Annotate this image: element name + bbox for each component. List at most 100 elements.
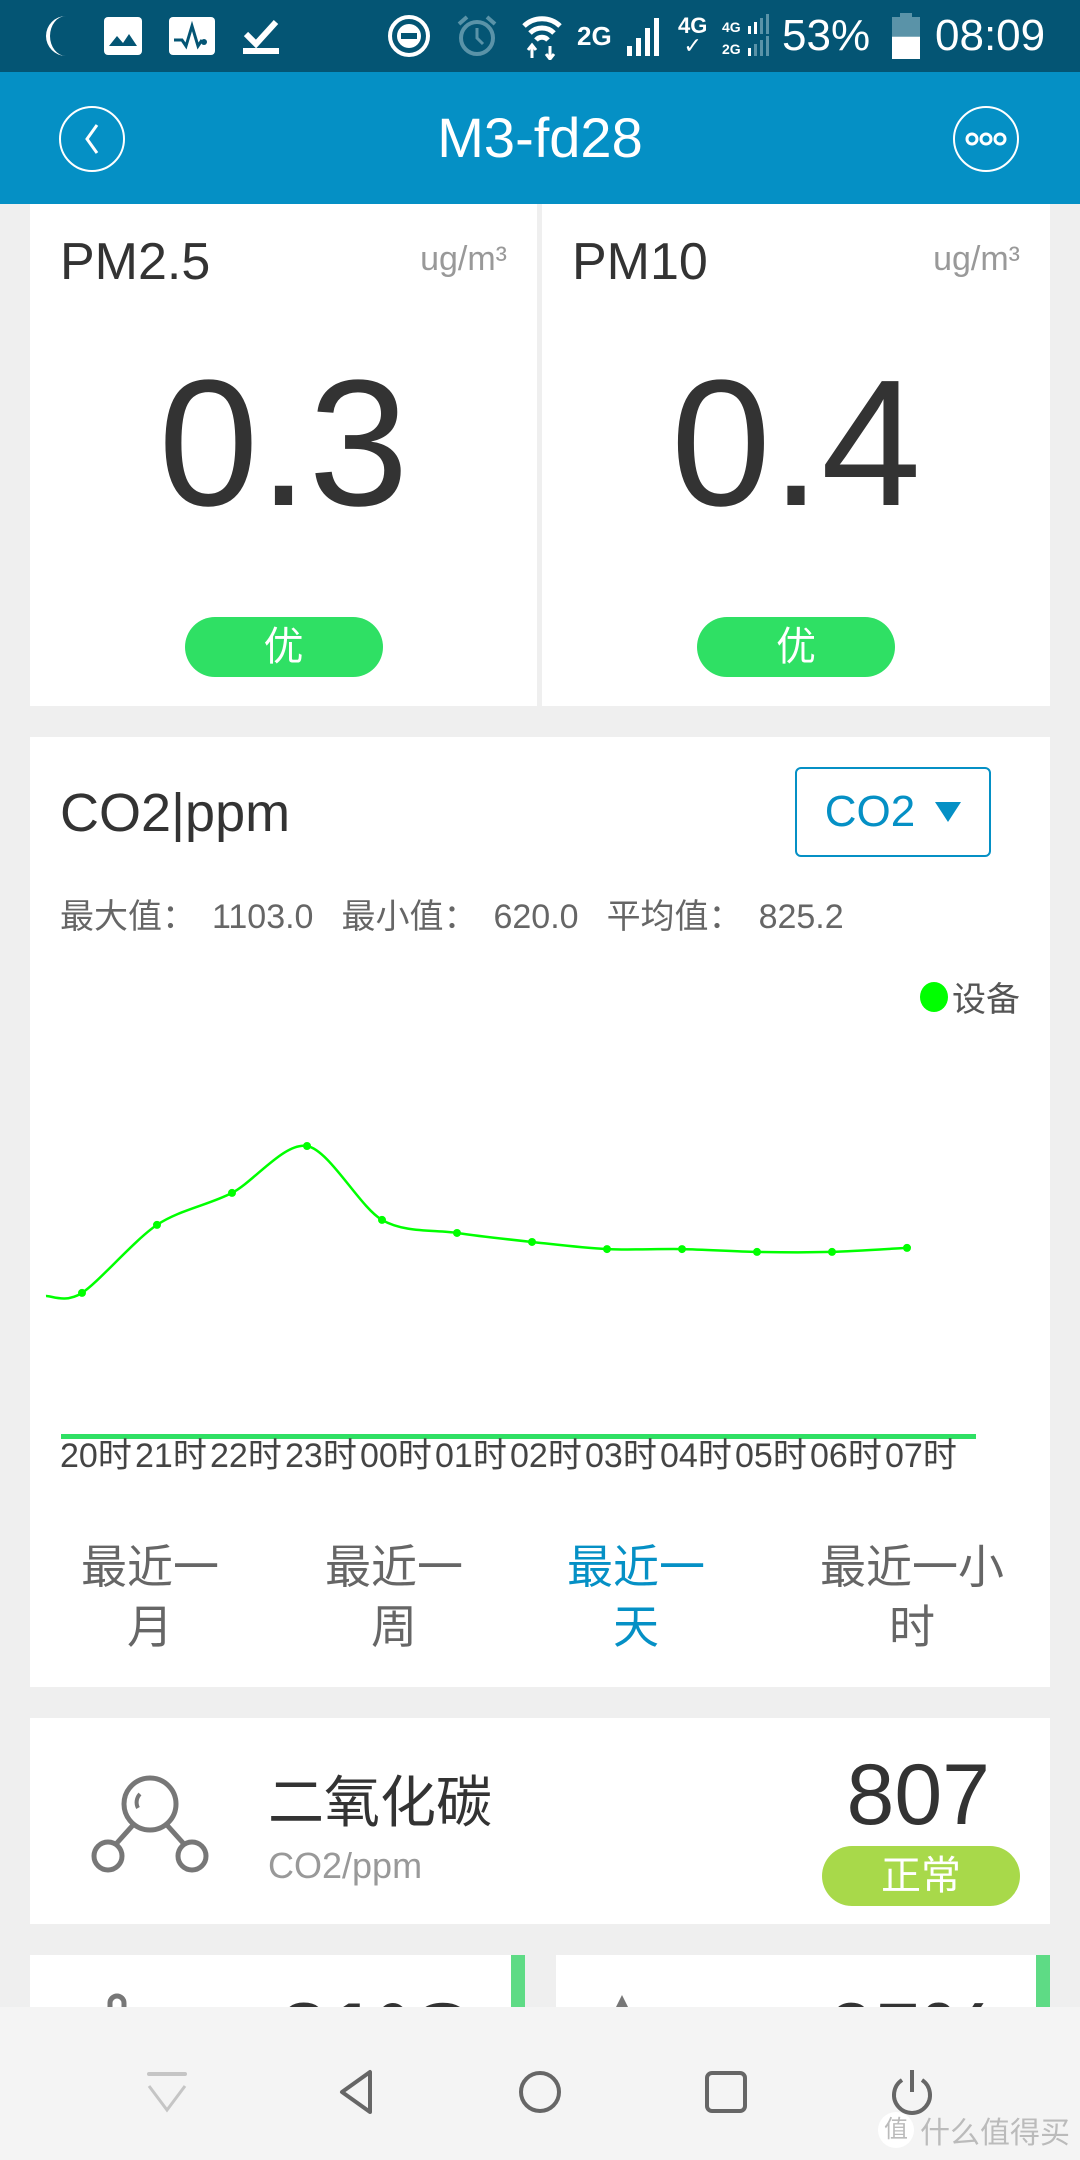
x-tick-label: 03时: [585, 1437, 657, 1475]
pm25-card[interactable]: PM2.5 ug/m³ 0.3 优: [30, 204, 537, 706]
co2-status-badge: 正常: [822, 1846, 1020, 1906]
signal-icon: [625, 0, 661, 72]
range-tab-line1: 最近一小: [820, 1541, 1004, 1593]
series-line: [45, 1144, 908, 1300]
metric-dropdown[interactable]: CO2: [795, 767, 991, 857]
4g-2g-signal-icon: 4G 2G: [722, 0, 770, 72]
data-point[interactable]: [228, 1188, 236, 1197]
co2-value: 807: [846, 1747, 991, 1843]
chart-stats: 最大值： 1103.0 最小值： 620.0 平均值： 825.2: [60, 889, 844, 938]
range-tab-line2: 月: [127, 1601, 173, 1653]
caret-down-icon: [935, 802, 962, 822]
range-tab-1[interactable]: 最近一周: [274, 1537, 514, 1657]
min-label: 最小值：: [341, 898, 478, 936]
data-point[interactable]: [153, 1220, 161, 1229]
temperature-card[interactable]: 21°C: [30, 1955, 525, 2015]
recents-icon: [705, 2071, 747, 2113]
watermark: 值 什么值得买: [878, 2108, 1070, 2152]
x-tick-label: 06时: [810, 1437, 882, 1475]
data-point[interactable]: [603, 1245, 611, 1254]
co2-line-chart: 20时 21时 22时 23时 00时 01时 02时 03时 04时 05时 06时 07时: [45, 1142, 976, 1475]
range-tab-line2: 周: [371, 1601, 417, 1653]
x-tick-label: 07时: [885, 1437, 957, 1475]
nav-home-button[interactable]: [510, 2062, 570, 2122]
data-point[interactable]: [903, 1243, 911, 1252]
pm10-label: PM10: [572, 233, 708, 291]
co2-name: 二氧化碳: [268, 1771, 492, 1834]
pm25-status-badge: 优: [184, 617, 383, 677]
co2-unit: CO2/ppm: [268, 1845, 423, 1886]
data-point[interactable]: [828, 1247, 836, 1256]
pm10-value: 0.4: [670, 343, 922, 544]
humidity-card-accent: [1036, 1955, 1050, 2015]
legend-dot: [920, 981, 948, 1012]
status-bar: 2G 4G ✓ 4G 2G 53% 08:09: [0, 0, 1080, 72]
metric-dropdown-value: CO2: [824, 787, 916, 836]
watermark-badge: 值: [878, 2112, 914, 2148]
pm25-label: PM2.5: [60, 233, 211, 291]
range-tab-3[interactable]: 最近一小时: [772, 1537, 1052, 1657]
hide-nav-button[interactable]: [137, 2062, 197, 2122]
4g-volte-icon: 4G ✓: [678, 13, 708, 58]
x-tick-label: 05时: [735, 1437, 807, 1475]
pm25-unit: ug/m³: [420, 240, 507, 278]
range-tab-line1: 最近一: [325, 1541, 463, 1593]
dnd-icon: [387, 0, 431, 72]
pm10-card[interactable]: PM10 ug/m³ 0.4 优: [542, 204, 1050, 706]
temperature-card-accent: [511, 1955, 525, 2015]
page-title: M3-fd28: [437, 106, 643, 169]
x-tick-label: 23时: [285, 1437, 357, 1475]
check-download-icon: [243, 0, 279, 72]
activity-icon: [168, 0, 216, 72]
watermark-text: 什么值得买: [920, 2117, 1070, 2150]
x-tick-label: 22时: [210, 1437, 282, 1475]
more-button[interactable]: [953, 106, 1019, 172]
range-tab-line1: 最近一: [567, 1541, 705, 1593]
range-tab-0[interactable]: 最近一月: [30, 1537, 270, 1657]
data-point[interactable]: [303, 1142, 311, 1150]
nav-back-button[interactable]: [326, 2062, 386, 2122]
2g-icon: 2G: [577, 0, 612, 72]
hide-nav-icon: [147, 2072, 187, 2113]
back-icon: [340, 2070, 372, 2114]
molecule-icon: [91, 1775, 209, 1873]
range-tab-line2: 时: [889, 1601, 935, 1653]
data-point[interactable]: [453, 1228, 461, 1237]
avg-label: 平均值：: [606, 898, 743, 936]
home-icon: [519, 2071, 561, 2113]
legend-label: 设备: [952, 981, 1020, 1019]
svg-text:4G: 4G: [722, 19, 741, 35]
svg-text:2G: 2G: [722, 41, 741, 57]
image-icon: [103, 0, 143, 72]
data-point[interactable]: [378, 1215, 386, 1224]
clock: 08:09: [935, 11, 1046, 60]
pm10-unit: ug/m³: [933, 240, 1020, 278]
more-icon: [965, 132, 1007, 146]
data-point[interactable]: [528, 1237, 536, 1246]
time-range-tabs: 最近一月最近一周最近一天最近一小时: [30, 1537, 1050, 1677]
range-tab-line1: 最近一: [81, 1541, 219, 1593]
min-value: 620.0: [493, 898, 579, 936]
chart-card: CO2|ppm CO2 最大值： 1103.0 最小值： 620.0 平均值： 825.2…: [30, 737, 1050, 1687]
max-label: 最大值：: [60, 898, 196, 936]
battery-percent: 53%: [782, 11, 871, 60]
network-2g-label: 2G: [577, 20, 612, 51]
moon-icon: [40, 0, 76, 72]
data-point[interactable]: [753, 1247, 761, 1256]
nav-recents-button[interactable]: [696, 2062, 756, 2122]
alarm-icon: [455, 0, 499, 72]
range-tab-line2: 天: [613, 1601, 659, 1653]
co2-card[interactable]: 二氧化碳 CO2/ppm 807 正常: [30, 1718, 1050, 1924]
humidity-card[interactable]: 65%: [556, 1955, 1050, 2015]
chart-legend: 设备: [920, 972, 1020, 1021]
x-tick-label: 00时: [360, 1437, 432, 1475]
x-tick-label: 21时: [135, 1437, 207, 1475]
range-tab-2[interactable]: 最近一天: [516, 1537, 756, 1657]
wifi-icon: [520, 0, 564, 72]
app-bar: M3-fd28: [0, 72, 1080, 204]
data-point[interactable]: [78, 1288, 86, 1297]
data-point[interactable]: [678, 1245, 686, 1254]
pm25-value: 0.3: [158, 343, 409, 544]
battery-icon: [892, 0, 920, 72]
x-tick-label: 04时: [660, 1437, 732, 1475]
